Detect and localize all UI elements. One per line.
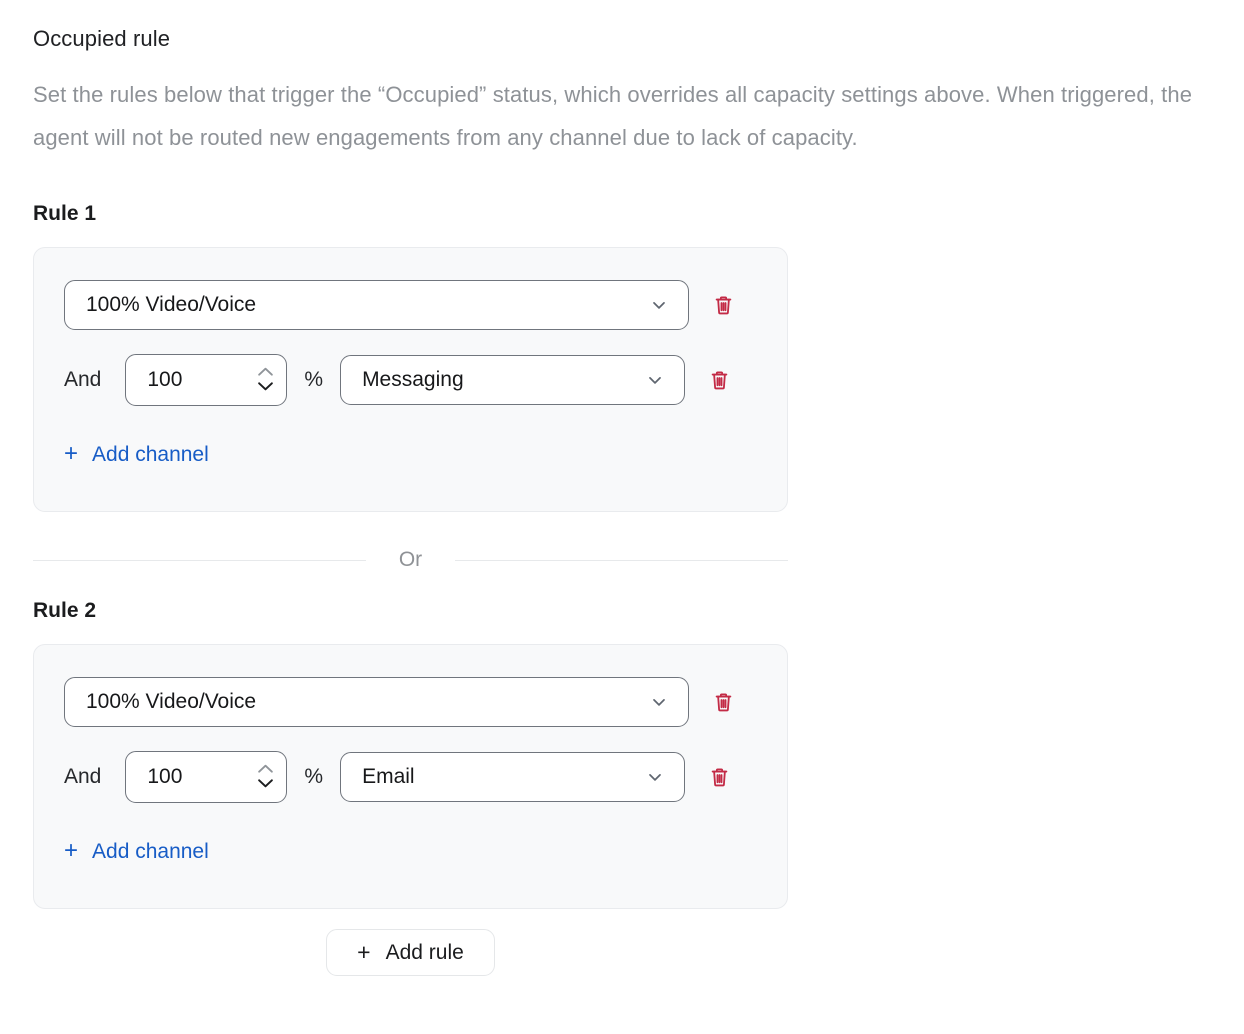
chevron-down-icon: [645, 767, 665, 787]
rule-2-delete-secondary-channel-button[interactable]: [706, 764, 732, 790]
or-divider: Or: [33, 548, 788, 572]
rule-1-channel-select-value: 100% Video/Voice: [86, 293, 256, 317]
rule-1-delete-secondary-channel-button[interactable]: [706, 367, 732, 393]
add-channel-label: Add channel: [92, 840, 209, 864]
chevron-down-icon: [645, 370, 665, 390]
stepper-up-button[interactable]: [257, 764, 274, 776]
plus-icon: +: [357, 939, 370, 966]
add-rule-button[interactable]: + Add rule: [326, 929, 495, 976]
stepper-up-button[interactable]: [257, 367, 274, 379]
rule-1-secondary-channel-value: Messaging: [362, 368, 464, 392]
page-title: Occupied rule: [33, 26, 1244, 52]
rule-1-secondary-channel-select[interactable]: Messaging: [340, 355, 685, 405]
rule-1-add-channel-button[interactable]: + Add channel: [64, 441, 209, 469]
rule-2-percent-stepper: [257, 764, 274, 791]
rule-2-card: 100% Video/Voice And: [33, 644, 788, 909]
rule-1-channel-select[interactable]: 100% Video/Voice: [64, 280, 689, 330]
chevron-down-icon: [257, 380, 274, 395]
rule-2-add-channel-button[interactable]: + Add channel: [64, 838, 209, 866]
rule-1-primary-row: 100% Video/Voice: [64, 280, 757, 330]
occupied-rule-section: Occupied rule Set the rules below that t…: [0, 0, 1244, 976]
chevron-down-icon: [257, 777, 274, 792]
trash-icon: [708, 766, 731, 789]
section-description: Set the rules below that trigger the “Oc…: [33, 73, 1238, 159]
chevron-up-icon: [257, 762, 274, 777]
stepper-down-button[interactable]: [257, 382, 274, 394]
rule-2-delete-channel-button[interactable]: [710, 689, 736, 715]
rule-2-secondary-channel-value: Email: [362, 765, 415, 789]
trash-icon: [712, 294, 735, 317]
rule-2-percent-input[interactable]: [147, 765, 229, 789]
trash-icon: [708, 369, 731, 392]
or-divider-label: Or: [399, 548, 422, 572]
divider-line: [33, 560, 366, 561]
rule-2-and-row: And % Email: [64, 751, 757, 803]
and-label: And: [64, 765, 101, 789]
percent-symbol: %: [304, 368, 323, 392]
rule-1-and-row: And % Messag: [64, 354, 757, 406]
rule-1-delete-channel-button[interactable]: [710, 292, 736, 318]
add-channel-label: Add channel: [92, 443, 209, 467]
chevron-down-icon: [649, 295, 669, 315]
rule-2-primary-row: 100% Video/Voice: [64, 677, 757, 727]
rule-2-percent-input-box: [125, 751, 287, 803]
rule-1-card: 100% Video/Voice And: [33, 247, 788, 512]
chevron-down-icon: [649, 692, 669, 712]
rule-1-percent-stepper: [257, 367, 274, 394]
rule-2-channel-select[interactable]: 100% Video/Voice: [64, 677, 689, 727]
percent-symbol: %: [304, 765, 323, 789]
trash-icon: [712, 691, 735, 714]
stepper-down-button[interactable]: [257, 779, 274, 791]
and-label: And: [64, 368, 101, 392]
chevron-up-icon: [257, 365, 274, 380]
add-rule-label: Add rule: [386, 941, 464, 965]
plus-icon: +: [64, 837, 78, 865]
rule-2-label: Rule 2: [33, 599, 1244, 623]
rule-1-percent-input-box: [125, 354, 287, 406]
plus-icon: +: [64, 440, 78, 468]
rule-1-label: Rule 1: [33, 202, 1244, 226]
rule-1-percent-input[interactable]: [147, 368, 229, 392]
rule-2-secondary-channel-select[interactable]: Email: [340, 752, 685, 802]
rule-2-channel-select-value: 100% Video/Voice: [86, 690, 256, 714]
add-rule-container: + Add rule: [33, 929, 788, 976]
divider-line: [455, 560, 788, 561]
